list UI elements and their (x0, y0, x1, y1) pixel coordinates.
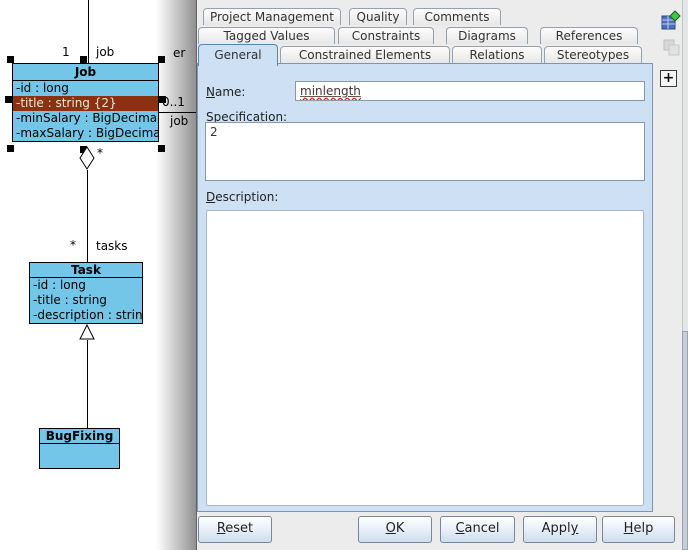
tab-relations[interactable]: Relations (452, 46, 542, 63)
plus-icon: + (663, 70, 675, 86)
multiplicity-label: 0..1 (162, 96, 185, 109)
attribute-row[interactable]: -maxSalary : BigDecimal (13, 126, 158, 141)
class-box-job[interactable]: Job -id : long -title : string {2} -minS… (12, 63, 159, 142)
attribute-row[interactable]: -title : string (30, 293, 142, 308)
generalization-arrow[interactable] (78, 324, 96, 341)
attribute-row-highlighted[interactable]: -title : string {2} (13, 96, 158, 111)
label-underline (158, 112, 196, 113)
expand-button[interactable]: + (660, 70, 677, 87)
tab-tagged-values[interactable]: Tagged Values (198, 27, 335, 44)
diagram-canvas[interactable]: 1 job er Job -id : long -title : string … (0, 0, 196, 550)
aggregation-diamond[interactable] (78, 146, 96, 171)
name-value: minlength (300, 84, 361, 98)
general-tab-panel: Name: minlength Specification: 2 Descrip… (197, 63, 653, 512)
role-label-job-right: job (170, 115, 188, 128)
new-tagged-value-icon[interactable] (661, 10, 681, 30)
generalization-line[interactable] (87, 340, 88, 428)
tab-project-management[interactable]: Project Management (203, 8, 341, 25)
multiplicity-label: * (70, 239, 76, 252)
disabled-delete-icon[interactable] (661, 37, 681, 57)
clipped-role-label: er (173, 47, 185, 60)
attribute-row[interactable]: -description : string (30, 308, 142, 323)
selection-handle[interactable] (158, 145, 165, 152)
attribute-row[interactable]: -minSalary : BigDecimal (13, 111, 158, 126)
tab-diagrams[interactable]: Diagrams (446, 27, 528, 44)
class-title-job[interactable]: Job (13, 64, 158, 81)
class-box-task[interactable]: Task -id : long -title : string -descrip… (29, 262, 143, 324)
association-line-top[interactable] (88, 0, 89, 63)
selection-handle[interactable] (5, 96, 12, 103)
attribute-row[interactable]: -id : long (30, 278, 142, 293)
description-textarea[interactable] (206, 210, 644, 506)
attribute-row[interactable]: -id : long (13, 81, 158, 96)
description-label: Description: (206, 190, 278, 204)
multiplicity-label: 1 (62, 46, 70, 59)
class-title-task[interactable]: Task (30, 263, 142, 278)
tab-comments[interactable]: Comments (413, 8, 501, 25)
cancel-button[interactable]: Cancel (440, 516, 515, 543)
role-label-job: job (96, 46, 114, 59)
name-input[interactable]: minlength (295, 81, 645, 101)
selection-handle[interactable] (158, 56, 165, 63)
apply-button[interactable]: Apply (523, 516, 597, 543)
specification-textarea[interactable]: 2 (205, 122, 645, 181)
class-box-bugfixing[interactable]: BugFixing (39, 428, 120, 469)
name-label: Name: (206, 85, 245, 99)
application-window: 1 job er Job -id : long -title : string … (0, 0, 688, 550)
class-title-bugfixing[interactable]: BugFixing (40, 429, 119, 444)
selection-handle[interactable] (80, 56, 87, 63)
tab-stereotypes[interactable]: Stereotypes (544, 46, 642, 63)
selection-handle[interactable] (7, 145, 14, 152)
role-label-tasks: tasks (96, 240, 128, 253)
tab-general[interactable]: General (198, 44, 278, 66)
tab-quality[interactable]: Quality (349, 8, 407, 25)
multiplicity-label: * (97, 147, 103, 160)
tab-references[interactable]: References (540, 27, 638, 44)
tab-constrained-elements[interactable]: Constrained Elements (280, 46, 450, 63)
reset-button[interactable]: Reset (198, 516, 272, 543)
association-line-tasks[interactable] (87, 170, 88, 263)
scrollbar-thumb[interactable] (682, 331, 688, 550)
ok-button[interactable]: OK (358, 516, 432, 543)
tab-constraints[interactable]: Constraints (338, 27, 434, 44)
selection-handle[interactable] (7, 56, 14, 63)
help-button[interactable]: Help (602, 516, 675, 543)
